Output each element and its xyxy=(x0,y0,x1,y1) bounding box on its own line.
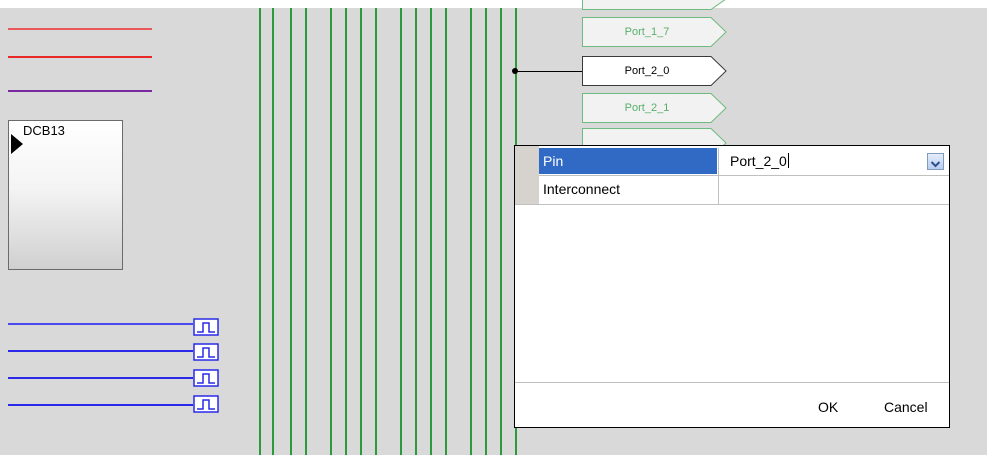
ok-button[interactable]: OK xyxy=(818,396,838,418)
chevron-down-icon xyxy=(930,161,941,168)
wire-blue[interactable] xyxy=(8,350,193,352)
bus-line[interactable] xyxy=(360,8,362,455)
junction-dot xyxy=(512,68,518,74)
grid-divider xyxy=(515,204,949,205)
property-row-pin[interactable]: Pin Port_2_0 xyxy=(539,148,949,174)
port-pin-2-0[interactable]: Port_2_0 xyxy=(582,56,727,86)
bus-line[interactable] xyxy=(445,8,447,455)
grid-divider xyxy=(515,382,949,383)
interconnect-value[interactable] xyxy=(718,176,949,203)
wire-red[interactable] xyxy=(8,28,152,30)
bus-line[interactable] xyxy=(259,8,261,455)
port-pin-partial[interactable] xyxy=(582,128,727,145)
port-pin-1-7[interactable]: Port_1_7 xyxy=(582,17,727,47)
clock-symbol-icon[interactable] xyxy=(193,343,219,361)
wire-blue[interactable] xyxy=(8,377,193,379)
wire-purple[interactable] xyxy=(8,90,152,92)
top-strip xyxy=(0,0,987,8)
clock-symbol-icon[interactable] xyxy=(193,395,219,413)
bus-line[interactable] xyxy=(415,8,417,455)
property-label-pin[interactable]: Pin xyxy=(539,148,717,174)
pin-select-value: Port_2_0 xyxy=(730,153,787,169)
property-label-interconnect[interactable]: Interconnect xyxy=(539,176,717,203)
pin-select[interactable]: Port_2_0 xyxy=(718,148,949,174)
bus-line[interactable] xyxy=(400,8,402,455)
clock-input-marker xyxy=(11,134,23,154)
bus-line[interactable] xyxy=(485,8,487,455)
dropdown-button[interactable] xyxy=(927,153,944,170)
pin-properties-dialog: Pin Port_2_0 Interconnect OK Cancel xyxy=(514,145,950,428)
port-pin-shape[interactable] xyxy=(582,0,727,10)
dcb13-component[interactable]: DCB13 xyxy=(8,120,123,270)
bus-line[interactable] xyxy=(430,8,432,455)
bus-line[interactable] xyxy=(272,8,274,455)
bus-line[interactable] xyxy=(375,8,377,455)
wire-blue[interactable] xyxy=(8,323,193,325)
bus-line[interactable] xyxy=(470,8,472,455)
wire-red[interactable] xyxy=(8,56,152,58)
bus-line[interactable] xyxy=(330,8,332,455)
clock-symbol-icon[interactable] xyxy=(193,318,219,336)
port-pin-2-1[interactable]: Port_2_1 xyxy=(582,93,727,123)
bus-line[interactable] xyxy=(290,8,292,455)
property-row-interconnect[interactable]: Interconnect xyxy=(539,176,949,203)
row-header-column xyxy=(515,146,539,205)
bus-line[interactable] xyxy=(500,8,502,455)
wire-black[interactable] xyxy=(515,71,583,72)
clock-symbol-icon[interactable] xyxy=(193,369,219,387)
wire-blue[interactable] xyxy=(8,404,193,406)
text-caret xyxy=(787,153,789,168)
cancel-button[interactable]: Cancel xyxy=(884,396,928,418)
bus-line[interactable] xyxy=(305,8,307,455)
component-label: DCB13 xyxy=(23,123,65,138)
bus-line[interactable] xyxy=(345,8,347,455)
schematic-canvas[interactable]: DCB13 Port_1_7 Port_2_0 Port_2_1 Pin Por… xyxy=(0,0,987,455)
